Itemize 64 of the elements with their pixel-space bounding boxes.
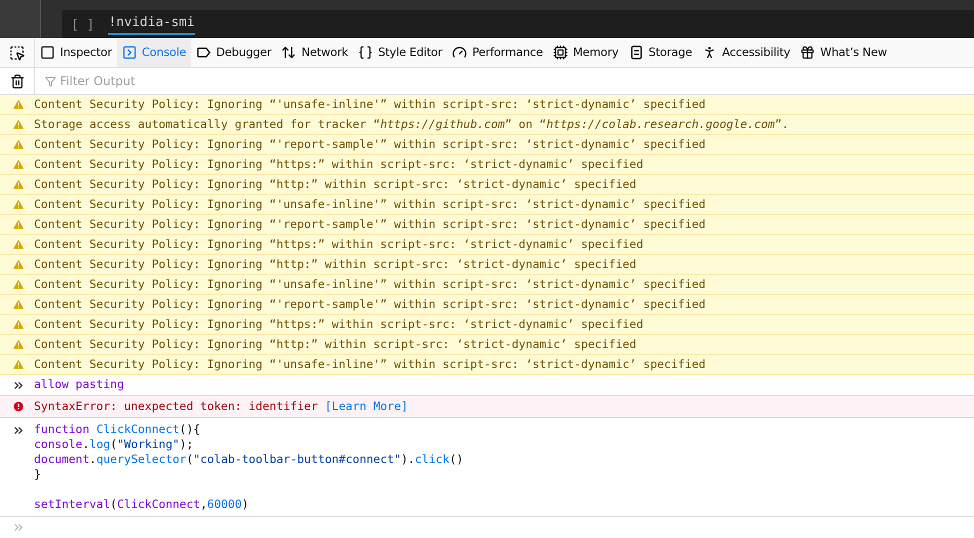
code-line: document.querySelector("colab-toolbar-button#connect").click() — [34, 452, 464, 467]
cell-code[interactable]: !nvidia-smi — [108, 12, 195, 35]
warning-message: Content Security Policy: Ignoring “'report-sample'” within script-src: ‘strict-dynamic’ specified — [34, 136, 706, 153]
inspector-icon — [40, 45, 55, 60]
warning-icon — [12, 318, 25, 331]
learn-more-link[interactable]: [Learn More] — [324, 398, 408, 416]
devtools-tab[interactable]: Storage — [624, 38, 698, 67]
tag-icon — [196, 45, 212, 60]
devtools-tab[interactable]: What’s New — [795, 38, 892, 67]
warning-message: Content Security Policy: Ignoring “https:” within script-src: ‘strict-dynamic’ specified — [34, 316, 644, 333]
warning-message: Content Security Policy: Ignoring “'unsafe-inline'” within script-src: ‘strict-dynamic’ specified — [34, 196, 706, 213]
warning-message: Content Security Policy: Ignoring “'unsafe-inline'” within script-src: ‘strict-dynamic’ specified — [34, 276, 706, 293]
chip-icon — [552, 45, 568, 60]
warning-message: Content Security Policy: Ignoring “http:” within script-src: ‘strict-dynamic’ specified — [34, 256, 636, 273]
devtools-tab[interactable]: Style Editor — [353, 38, 448, 67]
warning-icon — [12, 138, 25, 151]
braces-icon — [358, 45, 374, 60]
warning-message: Content Security Policy: Ignoring “'report-sample'” within script-src: ‘strict-dynamic’ specified — [34, 296, 706, 313]
warning-icon — [12, 118, 25, 131]
warning-icon — [12, 278, 25, 291]
element-picker-icon — [9, 44, 25, 60]
input-command: allow pasting — [34, 376, 124, 394]
devtools-tab[interactable]: Accessibility — [697, 38, 796, 67]
devtools-tab[interactable]: Memory — [548, 38, 624, 67]
warning-icon — [12, 218, 25, 231]
warning-message: Content Security Policy: Ignoring “http:” within script-src: ‘strict-dynamic’ specified — [34, 336, 636, 353]
warning-message: Content Security Policy: Ignoring “https:” within script-src: ‘strict-dynamic’ specified — [34, 156, 644, 173]
filter-output-field[interactable]: Filter Output — [60, 72, 974, 90]
warning-message: Content Security Policy: Ignoring “'report-sample'” within script-src: ‘strict-dynamic’ specified — [34, 216, 706, 233]
input-prompt-icon — [12, 521, 25, 534]
warning-icon — [12, 178, 25, 191]
arrows-up-down-icon — [281, 45, 296, 60]
error-message: SyntaxError: unexpected token: identifier — [34, 398, 318, 415]
warning-icon — [12, 158, 25, 171]
code-line: } — [34, 467, 42, 482]
devtools-tab[interactable]: Console — [116, 38, 192, 67]
warning-icon — [12, 298, 25, 311]
warning-message: Content Security Policy: Ignoring “http:” within script-src: ‘strict-dynamic’ specified — [34, 176, 636, 193]
warning-message: Content Security Policy: Ignoring “'unsafe-inline'” within script-src: ‘strict-dynamic’ specified — [34, 356, 706, 373]
filter-icon — [45, 76, 56, 86]
code-line: console.log("Working"); — [34, 437, 194, 452]
gift-icon — [800, 45, 816, 60]
warning-icon — [12, 358, 25, 371]
warning-message: Content Security Policy: Ignoring “https:” within script-src: ‘strict-dynamic’ specified — [34, 236, 644, 253]
warning-icon — [12, 258, 25, 271]
warning-icon — [12, 98, 25, 111]
devtools-tab[interactable]: Inspector — [35, 38, 117, 67]
warning-message: Storage access automatically granted for tracker “https://github.com” on “https://colab.research.google.com”. — [34, 116, 789, 133]
prompt-chevron-icon — [12, 424, 25, 437]
code-line: setInterval(ClickConnect,60000) — [34, 497, 250, 512]
warning-message: Content Security Policy: Ignoring “'unsafe-inline'” within script-src: ‘strict-dynamic’ specified — [34, 96, 706, 113]
cell-run-bracket: [ ] — [71, 16, 94, 34]
code-line: function ClickConnect(){ — [34, 422, 202, 437]
console-icon — [122, 45, 137, 60]
warning-icon — [12, 338, 25, 351]
devtools-tab[interactable]: Performance — [447, 38, 548, 67]
warning-icon — [12, 238, 25, 251]
devtools-tab[interactable]: Network — [276, 38, 354, 67]
gauge-icon — [452, 45, 468, 60]
trash-icon — [10, 74, 24, 88]
error-icon — [12, 400, 25, 413]
devtools-tab[interactable]: Debugger — [191, 38, 276, 67]
storage-icon — [628, 45, 644, 60]
warning-icon — [12, 198, 25, 211]
